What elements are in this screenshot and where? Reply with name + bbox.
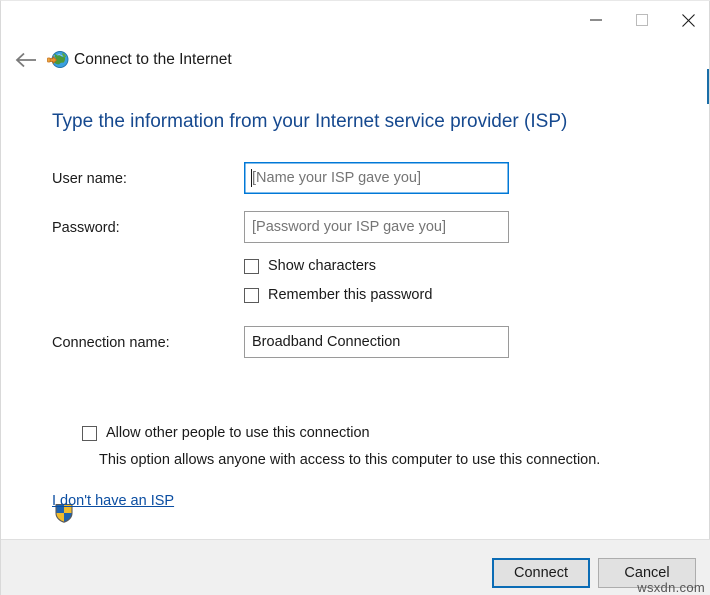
watermark: wsxdn.com xyxy=(637,580,705,595)
dialog-footer: Connect Cancel wsxdn.com xyxy=(1,539,710,595)
back-button[interactable] xyxy=(11,47,41,73)
password-label: Password: xyxy=(52,220,120,236)
dialog-content: Type the information from your Internet … xyxy=(1,81,710,539)
maximize-button[interactable] xyxy=(619,1,665,39)
username-label: User name: xyxy=(52,171,127,187)
close-icon xyxy=(682,14,695,27)
password-input[interactable] xyxy=(244,211,509,243)
navigation-row: Connect to the Internet xyxy=(1,39,710,81)
window-controls xyxy=(573,1,710,39)
allow-others-description: This option allows anyone with access to… xyxy=(99,452,600,468)
page-heading: Type the information from your Internet … xyxy=(52,111,567,133)
connect-button[interactable]: Connect xyxy=(492,558,590,588)
connection-name-input[interactable] xyxy=(244,326,509,358)
title-bar xyxy=(1,1,710,39)
show-characters-label: Show characters xyxy=(268,258,376,274)
minimize-icon xyxy=(590,14,602,26)
maximize-icon xyxy=(636,14,648,26)
no-isp-link[interactable]: I don't have an ISP xyxy=(52,493,174,509)
close-button[interactable] xyxy=(665,1,710,39)
remember-password-checkbox-row[interactable]: Remember this password xyxy=(244,287,432,303)
minimize-button[interactable] xyxy=(573,1,619,39)
show-characters-checkbox[interactable] xyxy=(244,259,259,274)
connect-to-internet-dialog: Connect to the Internet Type the informa… xyxy=(0,0,710,595)
connection-name-label: Connection name: xyxy=(52,335,170,351)
username-input[interactable] xyxy=(244,162,509,194)
window-title: Connect to the Internet xyxy=(74,49,232,71)
allow-others-checkbox-row[interactable]: Allow other people to use this connectio… xyxy=(82,425,370,441)
remember-password-checkbox[interactable] xyxy=(244,288,259,303)
globe-network-icon xyxy=(47,49,69,71)
show-characters-checkbox-row[interactable]: Show characters xyxy=(244,258,376,274)
back-arrow-icon xyxy=(15,52,37,68)
allow-others-label: Allow other people to use this connectio… xyxy=(106,425,370,441)
allow-others-checkbox[interactable] xyxy=(82,426,97,441)
text-caret xyxy=(251,169,252,187)
remember-password-label: Remember this password xyxy=(268,287,432,303)
